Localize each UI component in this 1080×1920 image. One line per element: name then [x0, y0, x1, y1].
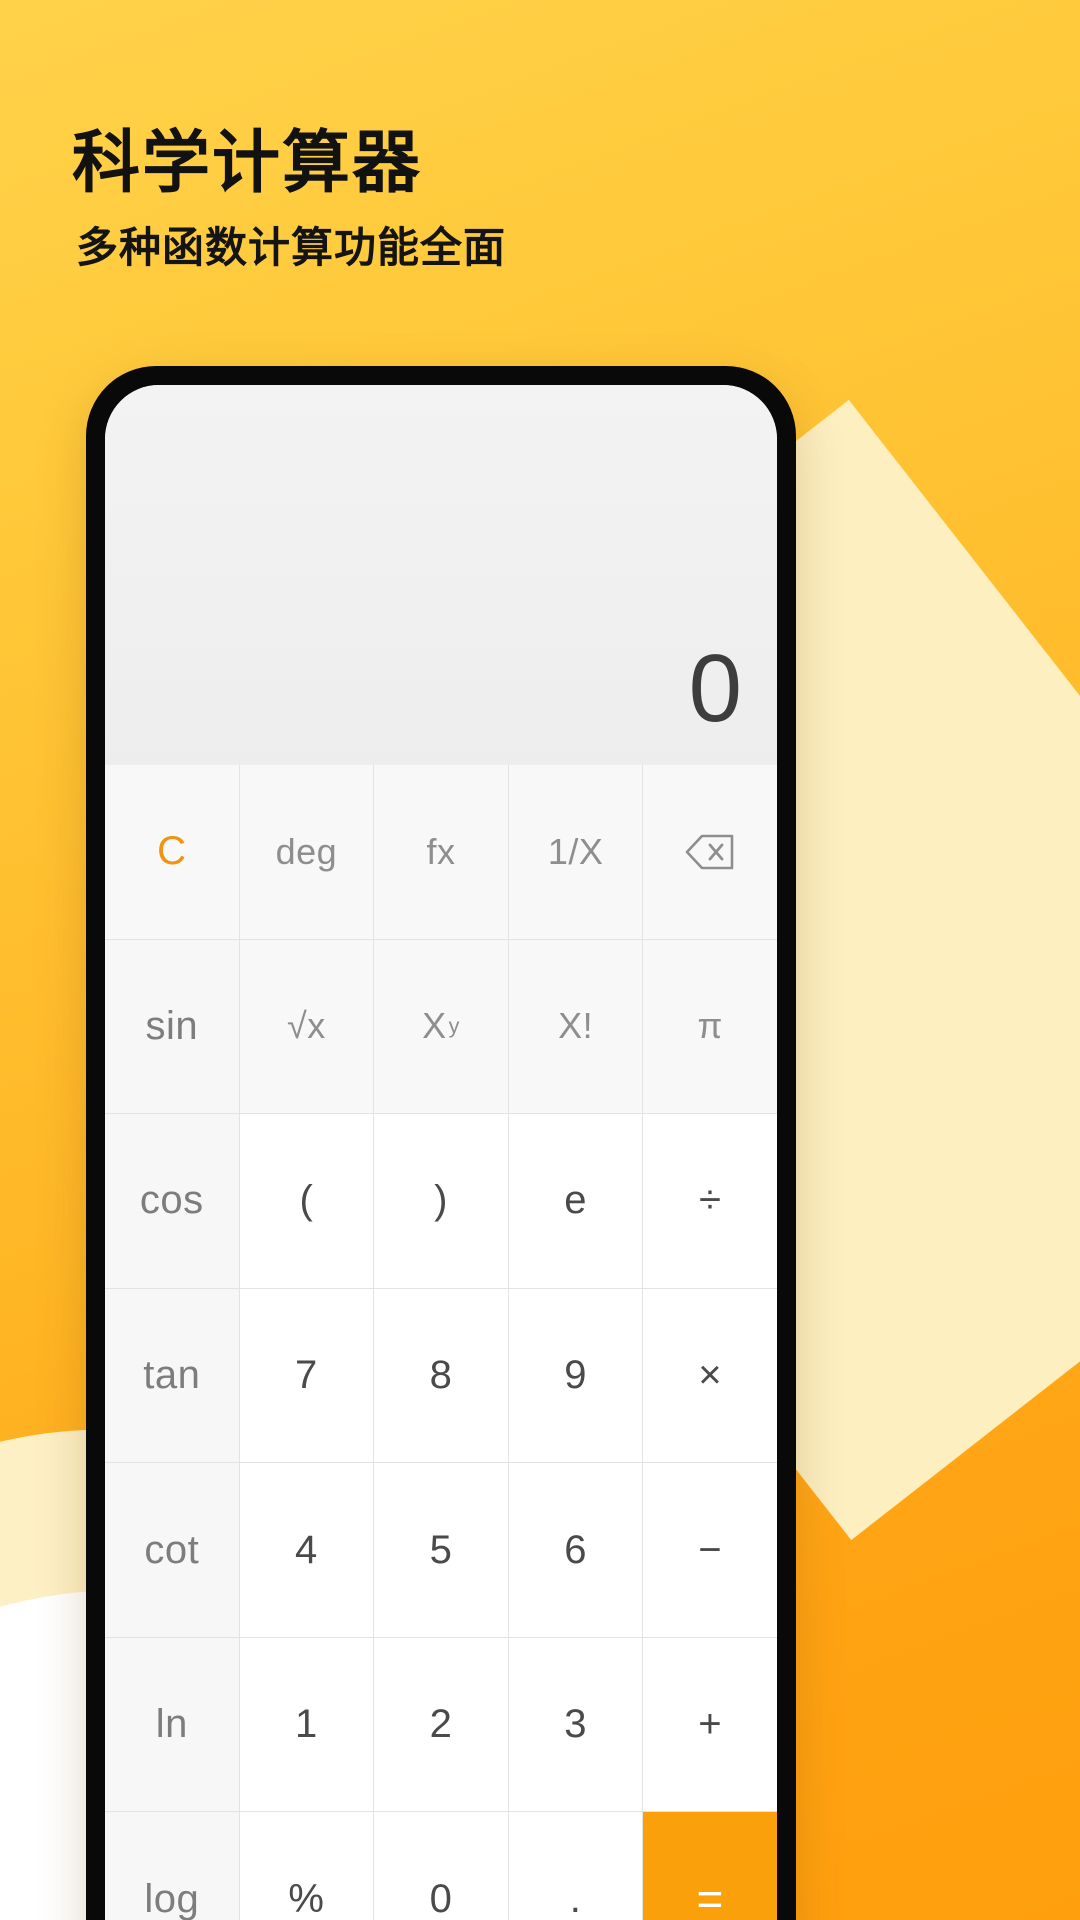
key-0[interactable]: 0 — [374, 1812, 508, 1920]
key-decimal[interactable]: . — [508, 1812, 643, 1920]
key-cos[interactable]: cos — [105, 1114, 239, 1288]
key-5[interactable]: 5 — [374, 1463, 508, 1637]
key-cos-label: cos — [139, 1178, 204, 1223]
promo-screenshot: 科学计算器 多种函数计算功能全面 0 Cdeg fx 1/X sin √x Xy X! π co… — [0, 0, 1080, 1920]
key-sin-label: sin — [145, 1003, 199, 1048]
key-paren-close-label: ) — [434, 1178, 448, 1223]
key-percent[interactable]: % — [239, 1812, 374, 1920]
calculator-keypad: Cdeg fx 1/X sin √x Xy X! π cos () e ÷ tan 7 8 9 × cot 4 5 6 −… — [105, 765, 777, 1920]
key-factorial[interactable]: X! — [508, 939, 643, 1114]
key-clear[interactable]: C — [105, 765, 239, 939]
key-1[interactable]: 1 — [239, 1637, 374, 1812]
key-9-label: 9 — [564, 1352, 587, 1397]
key-reciprocal-label: 1/X — [547, 830, 604, 872]
key-6-label: 6 — [564, 1527, 587, 1572]
key-minus-label: − — [698, 1527, 723, 1572]
backspace-icon — [684, 832, 736, 872]
page-title: 科学计算器 — [72, 125, 423, 201]
key-factorial-label: X! — [558, 1005, 594, 1047]
key-0-label: 0 — [429, 1876, 453, 1920]
key-decimal-label: . — [569, 1876, 582, 1920]
key-log[interactable]: log — [105, 1812, 239, 1920]
key-log-label: log — [144, 1876, 200, 1920]
key-cot-label: cot — [144, 1527, 200, 1572]
key-multiply[interactable]: × — [643, 1288, 777, 1463]
key-8[interactable]: 8 — [374, 1288, 508, 1463]
key-paren-open[interactable]: ( — [239, 1114, 374, 1288]
key-fx-label: fx — [426, 830, 456, 872]
key-2[interactable]: 2 — [374, 1637, 508, 1812]
key-3[interactable]: 3 — [508, 1637, 643, 1812]
key-power-exponent: y — [448, 1013, 460, 1039]
key-ln-label: ln — [155, 1702, 188, 1747]
key-equals[interactable]: = — [643, 1812, 777, 1920]
key-minus[interactable]: − — [643, 1463, 777, 1637]
key-reciprocal[interactable]: 1/X — [508, 765, 643, 939]
key-e[interactable]: e — [508, 1114, 643, 1288]
key-ln[interactable]: ln — [105, 1637, 239, 1812]
key-1-label: 1 — [295, 1702, 318, 1747]
key-4[interactable]: 4 — [239, 1463, 374, 1637]
key-cot[interactable]: cot — [105, 1463, 239, 1637]
key-sqrt[interactable]: √x — [239, 939, 374, 1114]
key-plus-label: + — [698, 1702, 723, 1747]
key-tan[interactable]: tan — [105, 1288, 239, 1463]
key-tan-label: tan — [143, 1352, 201, 1397]
key-clear-label: C — [157, 829, 187, 874]
key-pi[interactable]: π — [643, 939, 777, 1114]
phone-mockup-frame: 0 Cdeg fx 1/X sin √x Xy X! π cos () e ÷ tan 7 8 9 × cot 4 5… — [86, 366, 796, 1920]
key-percent-label: % — [288, 1876, 325, 1920]
key-multiply-label: × — [698, 1352, 723, 1397]
key-6[interactable]: 6 — [508, 1463, 643, 1637]
key-paren-open-label: ( — [299, 1178, 314, 1223]
key-e-label: e — [564, 1178, 587, 1223]
key-9[interactable]: 9 — [508, 1288, 643, 1463]
page-subtitle: 多种函数计算功能全面 — [76, 224, 507, 271]
key-paren-close[interactable]: ) — [374, 1114, 508, 1288]
key-power-label: X — [422, 1005, 447, 1047]
key-power[interactable]: Xy — [374, 939, 508, 1114]
key-equals-label: = — [696, 1873, 724, 1920]
key-deg[interactable]: deg — [239, 765, 374, 939]
key-7-label: 7 — [295, 1352, 318, 1397]
key-2-label: 2 — [429, 1702, 453, 1747]
key-8-label: 8 — [429, 1352, 453, 1397]
key-pi-label: π — [697, 1005, 723, 1047]
key-plus[interactable]: + — [643, 1637, 777, 1812]
key-sin[interactable]: sin — [105, 939, 239, 1114]
key-sqrt-label: √x — [287, 1005, 326, 1047]
key-divide-label: ÷ — [698, 1178, 722, 1223]
display-value: 0 — [688, 635, 743, 742]
key-5-label: 5 — [429, 1527, 453, 1572]
key-backspace[interactable] — [643, 765, 777, 939]
calculator-display: 0 — [105, 385, 777, 765]
key-fx[interactable]: fx — [374, 765, 508, 939]
key-3-label: 3 — [564, 1702, 587, 1747]
key-4-label: 4 — [295, 1527, 318, 1572]
phone-screen: 0 Cdeg fx 1/X sin √x Xy X! π cos () e ÷ tan 7 8 9 × cot 4 5… — [105, 385, 777, 1920]
key-divide[interactable]: ÷ — [643, 1114, 777, 1288]
key-7[interactable]: 7 — [239, 1288, 374, 1463]
key-deg-label: deg — [275, 830, 338, 872]
